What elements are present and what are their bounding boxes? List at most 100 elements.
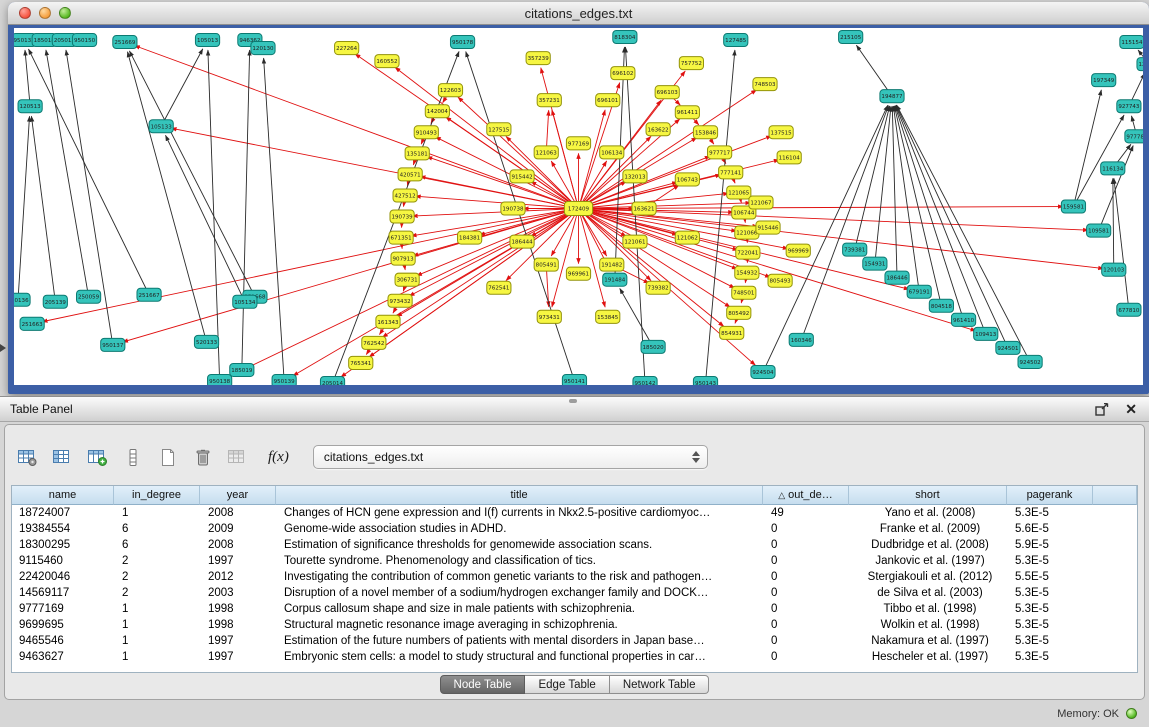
network-node[interactable]: 135181: [405, 147, 429, 160]
network-node[interactable]: 105133: [149, 120, 173, 133]
network-node[interactable]: 159581: [1061, 200, 1085, 213]
network-node[interactable]: 120513: [18, 100, 42, 113]
network-node[interactable]: 106743: [675, 173, 699, 186]
network-node[interactable]: 722041: [736, 246, 760, 259]
table-cell[interactable]: 9465546: [12, 633, 114, 649]
column-header-out-de-[interactable]: △out_de…: [763, 486, 849, 505]
network-node[interactable]: 186444: [510, 235, 534, 248]
network-node[interactable]: 907913: [391, 252, 415, 265]
add-row-button[interactable]: [120, 444, 145, 470]
network-node[interactable]: 163622: [646, 123, 670, 136]
table-cell[interactable]: Nakamura et al. (1997): [849, 633, 1007, 649]
table-cell[interactable]: 1997: [200, 633, 276, 649]
table-cell[interactable]: Genome-wide association studies in ADHD.: [276, 521, 763, 537]
network-node[interactable]: 357239: [526, 52, 550, 65]
network-node[interactable]: 950178: [450, 36, 474, 49]
network-node[interactable]: 251663: [20, 317, 44, 330]
network-node[interactable]: 121063: [534, 146, 558, 159]
zoom-window-icon[interactable]: [59, 7, 71, 19]
table-cell[interactable]: Estimation of significance thresholds fo…: [276, 537, 763, 553]
column-header-short[interactable]: short: [849, 486, 1007, 505]
table-cell[interactable]: 2009: [200, 521, 276, 537]
network-edge[interactable]: [31, 116, 55, 302]
network-node[interactable]: 924502: [1018, 355, 1042, 368]
network-node[interactable]: 950138: [208, 374, 232, 385]
network-node[interactable]: 671351: [389, 231, 413, 244]
column-settings-button[interactable]: [15, 444, 40, 470]
network-node[interactable]: 818304: [613, 31, 637, 44]
table-row[interactable]: 2242004622012Investigating the contribut…: [12, 569, 1137, 585]
table-cell[interactable]: 6: [114, 537, 200, 553]
network-node[interactable]: 677810: [1117, 303, 1141, 316]
table-cell[interactable]: Tourette syndrome. Phenomenology and cla…: [276, 553, 763, 569]
table-cell[interactable]: 5.3E-5: [1007, 633, 1093, 649]
table-cell[interactable]: 2: [114, 585, 200, 601]
network-node[interactable]: 160346: [789, 333, 813, 346]
network-node[interactable]: 924501: [996, 341, 1020, 354]
table-cell[interactable]: de Silva et al. (2003): [849, 585, 1007, 601]
table-cell[interactable]: 5.9E-5: [1007, 537, 1093, 553]
network-node[interactable]: 185019: [230, 363, 254, 376]
network-node[interactable]: 109581: [1087, 224, 1111, 237]
network-node[interactable]: 154932: [735, 266, 759, 279]
network-edge[interactable]: [855, 106, 890, 250]
table-cell[interactable]: 5.3E-5: [1007, 617, 1093, 633]
network-node[interactable]: 205139: [43, 295, 67, 308]
network-node[interactable]: 122603: [438, 84, 462, 97]
table-cell[interactable]: Jankovic et al. (1997): [849, 553, 1007, 569]
table-row[interactable]: 1938455462009Genome-wide association stu…: [12, 521, 1137, 537]
table-cell[interactable]: 0: [763, 617, 849, 633]
table-cell[interactable]: 0: [763, 537, 849, 553]
table-cell[interactable]: 2012: [200, 569, 276, 585]
table-selector-dropdown[interactable]: citations_edges.txt: [313, 445, 708, 469]
network-node[interactable]: 420571: [398, 168, 422, 181]
close-window-icon[interactable]: [19, 7, 31, 19]
network-node[interactable]: 748501: [732, 286, 756, 299]
select-columns-button[interactable]: [50, 444, 75, 470]
table-cell[interactable]: Changes of HCN gene expression and I(f) …: [276, 505, 763, 521]
network-node[interactable]: 977781: [1125, 130, 1143, 143]
network-node[interactable]: 854931: [720, 326, 744, 339]
table-cell[interactable]: 0: [763, 569, 849, 585]
network-node[interactable]: 106134: [600, 146, 624, 159]
column-header-title[interactable]: title: [276, 486, 763, 505]
table-cell[interactable]: 9115460: [12, 553, 114, 569]
network-edge[interactable]: [122, 209, 578, 343]
network-node[interactable]: 915446: [756, 221, 780, 234]
network-node[interactable]: 132013: [623, 170, 647, 183]
table-row[interactable]: 946554611997Estimation of the future num…: [12, 633, 1137, 649]
network-node[interactable]: 950137: [101, 338, 125, 351]
network-edge[interactable]: [242, 50, 250, 370]
network-node[interactable]: 251669: [113, 36, 137, 49]
table-cell[interactable]: 1997: [200, 649, 276, 665]
network-edge[interactable]: [1114, 178, 1129, 309]
table-cell[interactable]: 22420046: [12, 569, 114, 585]
tab-edge-table[interactable]: Edge Table: [525, 675, 609, 694]
network-edge[interactable]: [171, 128, 578, 208]
table-cell[interactable]: 49: [763, 505, 849, 521]
network-node[interactable]: 105013: [195, 34, 219, 47]
network-node[interactable]: 696103: [655, 86, 679, 99]
table-cell[interactable]: 5.6E-5: [1007, 521, 1093, 537]
network-node[interactable]: 215105: [839, 31, 863, 44]
network-node[interactable]: 679191: [907, 285, 931, 298]
network-node[interactable]: 186446: [885, 271, 909, 284]
table-cell[interactable]: 1998: [200, 617, 276, 633]
network-edge[interactable]: [856, 45, 892, 96]
network-node[interactable]: 805491: [534, 258, 558, 271]
network-node[interactable]: 190738: [501, 202, 525, 215]
table-cell[interactable]: 0: [763, 585, 849, 601]
network-node[interactable]: 924504: [751, 365, 775, 378]
table-cell[interactable]: 9777169: [12, 601, 114, 617]
network-node[interactable]: 163621: [632, 202, 656, 215]
network-edge[interactable]: [1073, 115, 1124, 206]
network-node[interactable]: 910493: [414, 126, 438, 139]
table-cell[interactable]: Structural magnetic resonance image aver…: [276, 617, 763, 633]
network-edge[interactable]: [134, 46, 578, 209]
network-node[interactable]: 121067: [749, 196, 773, 209]
network-node[interactable]: 184381: [458, 231, 482, 244]
splitter-handle[interactable]: [569, 399, 577, 403]
network-node[interactable]: 191484: [603, 273, 627, 286]
network-node[interactable]: 251667: [137, 288, 161, 301]
network-node[interactable]: 190739: [390, 210, 414, 223]
